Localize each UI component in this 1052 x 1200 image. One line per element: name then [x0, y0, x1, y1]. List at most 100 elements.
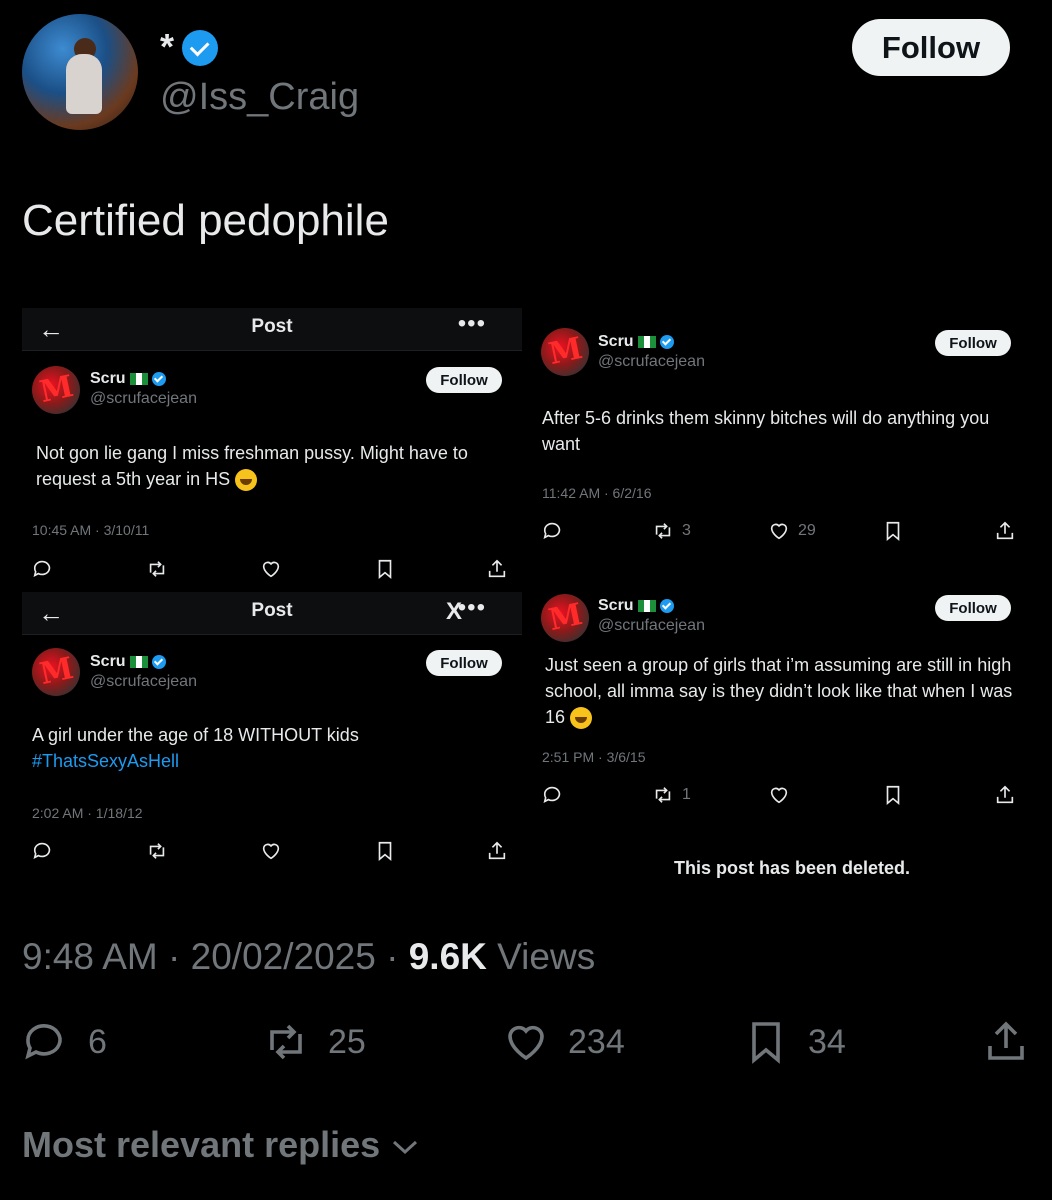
embedded-screenshot-3: ← Post X ••• Scru @scrufacejean Follow A… [22, 592, 522, 877]
avatar[interactable] [32, 366, 80, 414]
author-name[interactable]: Scru [90, 653, 166, 671]
share-button[interactable] [982, 1018, 1030, 1066]
share-icon [996, 785, 1014, 804]
views-label: Views [497, 936, 596, 977]
bookmark-icon [378, 841, 392, 862]
like-button[interactable] [260, 558, 282, 580]
post-date: 20/02/2025 [190, 936, 376, 977]
verified-badge-icon [151, 371, 166, 386]
like-count: 29 [798, 522, 816, 539]
like-button[interactable]: 29 [768, 520, 816, 542]
follow-button[interactable]: Follow [852, 19, 1010, 76]
deleted-post-notice: This post has been deleted. [673, 858, 911, 878]
tweet-timestamp: 2:02 AM · 1/18/12 [32, 805, 143, 821]
post-text: Certified pedophile [22, 196, 389, 245]
tweet-timestamp: 2:51 PM · 3/6/15 [542, 749, 646, 765]
post-time: 9:48 AM [22, 936, 158, 977]
tweet-timestamp: 10:45 AM · 3/10/11 [32, 522, 150, 538]
reply-icon [33, 560, 51, 577]
repost-count: 25 [328, 1022, 366, 1061]
repost-icon [270, 1024, 302, 1060]
heart-icon [770, 523, 788, 540]
repost-icon [655, 523, 671, 539]
author-name[interactable]: Scru [90, 370, 166, 388]
bookmark-button[interactable] [882, 784, 904, 806]
reply-button[interactable] [32, 558, 54, 580]
bookmark-button[interactable] [882, 520, 904, 542]
author-handle[interactable]: @scrufacejean [90, 673, 197, 691]
replies-sort-label: Most relevant replies [22, 1124, 381, 1165]
embedded-screenshot-2: Scru @scrufacejean Follow After 5-6 drin… [532, 312, 1028, 588]
repost-icon [149, 561, 165, 577]
like-button[interactable] [768, 784, 790, 806]
like-button[interactable] [260, 840, 282, 862]
tweet-text: Just seen a group of girls that i’m assu… [545, 652, 1015, 730]
avatar[interactable] [32, 648, 80, 696]
avatar[interactable] [541, 328, 589, 376]
flag-icon [637, 335, 656, 348]
repost-icon [655, 787, 671, 803]
follow-button[interactable]: Follow [426, 367, 502, 393]
bookmark-button[interactable] [374, 558, 396, 580]
bookmark-count: 34 [808, 1022, 846, 1061]
repost-button[interactable] [146, 558, 168, 580]
profile-avatar[interactable] [22, 14, 138, 130]
bookmark-button[interactable]: 34 [742, 1018, 846, 1066]
follow-button[interactable]: Follow [426, 650, 502, 676]
verified-badge-icon [182, 30, 218, 66]
hashtag-link[interactable]: #ThatsSexyAsHell [32, 751, 179, 771]
display-name[interactable]: * [160, 26, 174, 68]
heart-icon [262, 561, 280, 578]
flag-icon [129, 372, 148, 385]
author-handle[interactable]: @scrufacejean [598, 617, 705, 635]
author-name[interactable]: Scru [598, 333, 674, 351]
reply-button[interactable] [32, 840, 54, 862]
user-handle[interactable]: @Iss_Craig [160, 76, 359, 119]
bookmark-icon [378, 559, 392, 580]
reply-button[interactable] [542, 520, 564, 542]
bookmark-icon [886, 785, 900, 806]
laughing-emoji-icon [570, 707, 593, 730]
avatar[interactable] [541, 594, 589, 642]
more-icon[interactable]: ••• [458, 594, 486, 622]
repost-icon [149, 843, 165, 859]
reply-icon [543, 522, 561, 539]
verified-badge-icon [659, 334, 674, 349]
heart-icon [770, 787, 788, 804]
repost-button[interactable] [146, 840, 168, 862]
more-icon[interactable]: ••• [458, 310, 486, 338]
chevron-down-icon [393, 1141, 418, 1155]
repost-button[interactable]: 25 [262, 1018, 366, 1066]
repost-button[interactable]: 1 [652, 784, 691, 806]
tweet-text: A girl under the age of 18 WITHOUT kids #… [32, 725, 359, 771]
share-button[interactable] [994, 520, 1016, 542]
share-button[interactable] [994, 784, 1016, 806]
bookmark-button[interactable] [374, 840, 396, 862]
like-count: 234 [568, 1022, 625, 1061]
share-button[interactable] [486, 558, 508, 580]
reply-count: 6 [88, 1022, 107, 1061]
share-icon [996, 521, 1014, 540]
author-handle[interactable]: @scrufacejean [598, 353, 705, 371]
post-topbar: ← Post ••• [22, 308, 522, 351]
share-button[interactable] [486, 840, 508, 862]
share-icon [988, 1021, 1024, 1060]
follow-button[interactable]: Follow [935, 330, 1011, 356]
embedded-screenshot-1: ← Post ••• Scru @scrufacejean Follow Not… [22, 308, 522, 593]
flag-icon [129, 655, 148, 668]
author-name[interactable]: Scru [598, 597, 674, 615]
reply-button[interactable]: 6 [22, 1018, 107, 1066]
share-icon [488, 841, 506, 860]
bookmark-icon [752, 1022, 780, 1064]
flag-icon [637, 599, 656, 612]
like-button[interactable]: 234 [502, 1018, 625, 1066]
author-handle[interactable]: @scrufacejean [90, 390, 197, 408]
heart-icon [508, 1025, 544, 1061]
repost-button[interactable]: 3 [652, 520, 691, 542]
follow-button[interactable]: Follow [935, 595, 1011, 621]
share-icon [488, 559, 506, 578]
reply-button[interactable] [542, 784, 564, 806]
replies-sort-dropdown[interactable]: Most relevant replies [22, 1124, 420, 1166]
reply-icon [33, 842, 51, 859]
post-meta: 9:48 AM · 20/02/2025 · 9.6K Views [22, 936, 596, 977]
